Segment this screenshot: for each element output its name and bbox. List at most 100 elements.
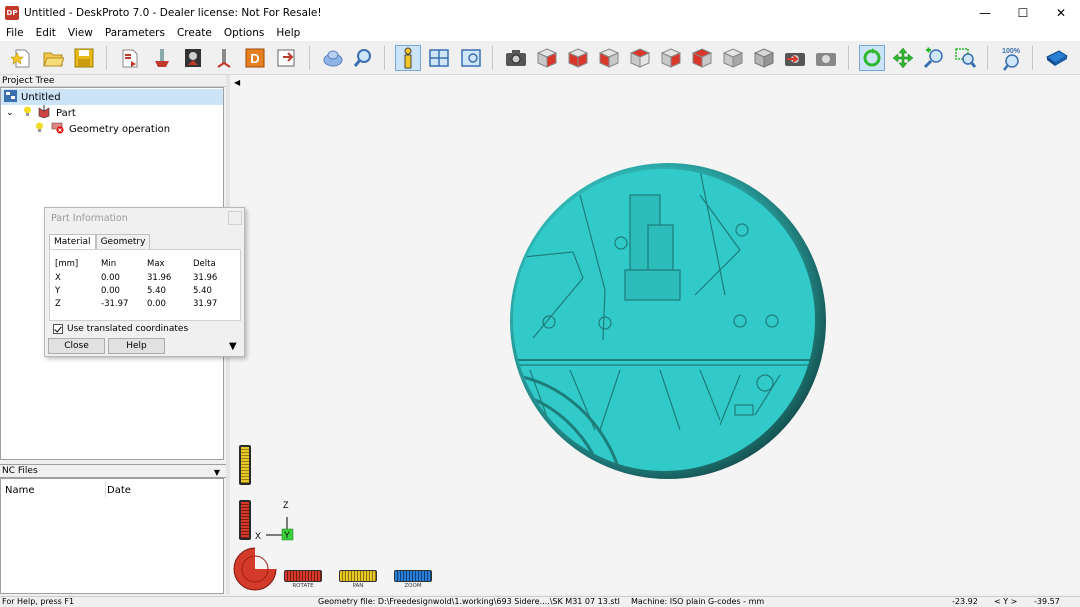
nc-column-name[interactable]: Name	[5, 485, 35, 496]
tree-label-part: Part	[56, 107, 76, 119]
pan-label: PAN	[352, 583, 364, 589]
add-tool-icon[interactable]	[149, 45, 175, 71]
camera-icon[interactable]	[503, 45, 529, 71]
status-machine: Machine: ISO plain G-codes - mm	[631, 597, 765, 606]
translated-coordinates-checkbox[interactable]: Use translated coordinates	[53, 324, 188, 334]
vertical-slider-red[interactable]	[239, 500, 251, 540]
close-button[interactable]: ✕	[1042, 0, 1080, 25]
part-icon	[37, 105, 51, 121]
part-info-table: [mm] Min Max Delta X 0.00 31.96 31.96 Y …	[49, 249, 241, 321]
title-bar: DP Untitled - DeskProto 7.0 - Dealer lic…	[0, 0, 1080, 25]
cutter-icon[interactable]	[211, 45, 237, 71]
row-y-label: Y	[55, 286, 61, 296]
help-button-dialog[interactable]: Help	[108, 338, 165, 354]
chevron-down-icon[interactable]: ⌄	[6, 108, 16, 118]
maximize-button[interactable]: ☐	[1004, 0, 1042, 25]
view-right-red-icon[interactable]	[596, 45, 622, 71]
dialog-tabs: Material Geometry	[49, 234, 151, 249]
lightbulb-icon	[35, 122, 44, 136]
3d-viewport[interactable]: ◀ Z X Y	[230, 75, 1080, 594]
window-title: Untitled - DeskProto 7.0 - Dealer licens…	[24, 6, 322, 19]
minimize-button[interactable]: —	[966, 0, 1004, 25]
view-left-red-icon[interactable]	[658, 45, 684, 71]
part-information-dialog: Part Information Material Geometry [mm] …	[44, 207, 245, 357]
view-settings-icon[interactable]	[458, 45, 484, 71]
vertical-slider-yellow[interactable]	[239, 445, 251, 485]
tree-item-geometry-operation[interactable]: Geometry operation	[1, 121, 170, 137]
row-x-min: 0.00	[101, 273, 120, 283]
svg-text:D: D	[250, 51, 259, 66]
close-button-dialog[interactable]: Close	[48, 338, 105, 354]
row-z-max: 0.00	[147, 299, 166, 309]
view-bottom-gray-icon[interactable]	[720, 45, 746, 71]
menu-options[interactable]: Options	[218, 27, 271, 39]
lightbulb-icon	[23, 106, 32, 120]
tab-material[interactable]: Material	[49, 234, 96, 249]
nc-files-header: NC Files ▼	[0, 464, 226, 478]
menu-file[interactable]: File	[0, 27, 30, 39]
menu-parameters[interactable]: Parameters	[99, 27, 171, 39]
rotate-icon[interactable]	[859, 45, 885, 71]
tree-label-untitled: Untitled	[21, 91, 61, 103]
zoom-window-icon[interactable]	[952, 45, 978, 71]
rotate-slider[interactable]	[284, 570, 322, 582]
tree-label-geometry-operation: Geometry operation	[69, 123, 171, 135]
view-top-red-icon[interactable]	[689, 45, 715, 71]
expand-arrow-icon[interactable]: ▼	[229, 341, 237, 352]
project-icon	[4, 89, 17, 105]
import-part-icon[interactable]	[117, 45, 143, 71]
window-controls: — ☐ ✕	[966, 0, 1080, 25]
header-delta: Delta	[193, 259, 216, 269]
header-unit: [mm]	[55, 259, 79, 269]
rotate-dial[interactable]	[233, 547, 277, 591]
row-x-max: 31.96	[147, 273, 172, 283]
nc-files-list[interactable]: Name Date	[0, 478, 224, 594]
render-shading-icon[interactable]	[320, 45, 346, 71]
save-disk-icon[interactable]	[71, 45, 97, 71]
status-help: For Help, press F1	[2, 597, 75, 606]
geometry-error-icon	[50, 121, 64, 137]
zoom-100-label: 100%	[1002, 48, 1021, 55]
menu-help[interactable]: Help	[270, 27, 306, 39]
menu-view[interactable]: View	[62, 27, 99, 39]
dialog-close-icon[interactable]	[228, 211, 242, 225]
row-z-min: -31.97	[101, 299, 129, 309]
search-zoom-icon[interactable]	[350, 45, 376, 71]
menu-bar: File Edit View Parameters Create Options…	[0, 25, 1080, 41]
zoom-label: ZOOM	[404, 583, 422, 589]
zoom-slider[interactable]	[394, 570, 432, 582]
main-toolbar: D 100%	[0, 41, 1080, 75]
tree-item-part[interactable]: ⌄ Part	[1, 105, 76, 121]
axis-x-label: X	[255, 531, 261, 541]
new-file-icon[interactable]	[9, 45, 35, 71]
row-z-delta: 31.97	[193, 299, 218, 309]
pan-icon[interactable]	[890, 45, 916, 71]
info-icon[interactable]	[395, 45, 421, 71]
menu-edit[interactable]: Edit	[30, 27, 62, 39]
view-wire-gray-icon[interactable]	[751, 45, 777, 71]
view-back-red-icon[interactable]	[627, 45, 653, 71]
open-folder-icon[interactable]	[40, 45, 66, 71]
pan-slider[interactable]	[339, 570, 377, 582]
status-axis-pair: < Y >	[994, 597, 1018, 606]
zoom-in-icon[interactable]	[921, 45, 947, 71]
checkbox-box[interactable]	[53, 324, 63, 334]
delete-d-icon[interactable]: D	[242, 45, 268, 71]
row-x-label: X	[55, 273, 61, 283]
row-x-delta: 31.96	[193, 273, 218, 283]
axis-z-label: Z	[283, 500, 289, 510]
part-image-icon[interactable]	[180, 45, 206, 71]
nc-column-date[interactable]: Date	[107, 485, 131, 496]
book-icon[interactable]	[1044, 45, 1070, 71]
camera-gray-icon[interactable]	[813, 45, 839, 71]
view-front-red-icon[interactable]	[565, 45, 591, 71]
row-y-max: 5.40	[147, 286, 166, 296]
zoom-100-icon[interactable]: 100%	[998, 45, 1024, 71]
export-icon[interactable]	[273, 45, 299, 71]
tree-item-project[interactable]: Untitled	[1, 89, 223, 105]
menu-create[interactable]: Create	[171, 27, 218, 39]
view-iso-red-icon[interactable]	[534, 45, 560, 71]
camera-red-icon[interactable]	[782, 45, 808, 71]
single-view-icon[interactable]	[426, 45, 452, 71]
tab-geometry[interactable]: Geometry	[95, 234, 151, 249]
